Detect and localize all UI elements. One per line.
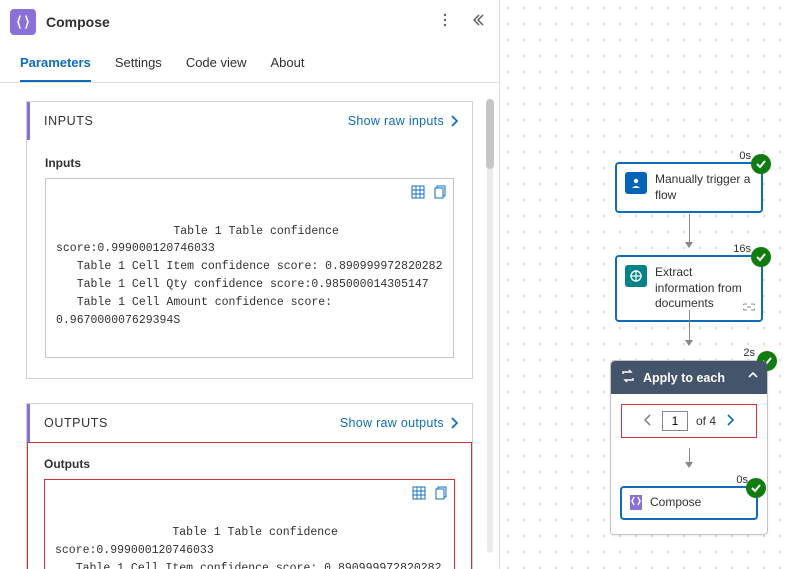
chevron-right-icon	[450, 417, 458, 429]
show-raw-inputs-link[interactable]: Show raw inputs	[348, 114, 458, 128]
person-icon	[625, 172, 647, 194]
tab-parameters[interactable]: Parameters	[20, 47, 91, 82]
chevron-up-icon[interactable]	[747, 369, 759, 384]
loop-pager: of 4	[621, 404, 757, 438]
node-extract-label: Extract information from documents	[655, 265, 753, 312]
node-apply-to-each[interactable]: 2s Apply to each of 4 0s	[610, 360, 768, 535]
node-compose[interactable]: 0s Compose	[620, 486, 758, 520]
pager-input[interactable]	[662, 411, 688, 431]
time-badge: 16s	[731, 243, 753, 255]
node-trigger[interactable]: 0s Manually trigger a flow	[615, 162, 763, 213]
outputs-card: OUTPUTS Show raw outputs Outputs	[26, 403, 473, 569]
pager-next-icon[interactable]	[724, 412, 736, 431]
link-icon	[743, 301, 755, 316]
success-check-icon	[751, 247, 771, 267]
tab-code-view[interactable]: Code view	[186, 47, 247, 82]
show-raw-inputs-label: Show raw inputs	[348, 114, 444, 128]
inputs-title: INPUTS	[44, 114, 93, 128]
more-icon[interactable]	[433, 8, 457, 35]
inputs-sub-label: Inputs	[45, 156, 454, 170]
panel-title: Compose	[46, 14, 423, 30]
grid-icon[interactable]	[412, 486, 426, 507]
show-raw-outputs-label: Show raw outputs	[340, 416, 444, 430]
node-compose-label: Compose	[650, 495, 701, 511]
chevron-right-icon	[450, 115, 458, 127]
pager-prev-icon[interactable]	[642, 412, 654, 431]
outputs-code-box: Table 1 Table confidence score:0.9990001…	[44, 479, 455, 569]
loop-label: Apply to each	[643, 371, 725, 385]
tab-settings[interactable]: Settings	[115, 47, 162, 82]
success-check-icon	[751, 154, 771, 174]
inputs-text: Table 1 Table confidence score:0.9990001…	[56, 225, 442, 327]
time-badge: 2s	[741, 347, 757, 359]
inputs-code-box: Table 1 Table confidence score:0.9990001…	[45, 178, 454, 358]
show-raw-outputs-link[interactable]: Show raw outputs	[340, 416, 458, 430]
scrollbar-thumb[interactable]	[486, 99, 494, 169]
compose-icon	[630, 495, 642, 510]
loop-icon	[621, 369, 635, 386]
compose-app-icon	[10, 9, 36, 35]
tab-bar: Parameters Settings Code view About	[0, 41, 499, 83]
outputs-text: Table 1 Table confidence score:0.9990001…	[55, 526, 441, 569]
outputs-sub-label: Outputs	[44, 457, 455, 471]
pager-of-label: of 4	[696, 414, 716, 428]
tab-about[interactable]: About	[271, 47, 305, 82]
copy-icon[interactable]	[433, 185, 447, 206]
outputs-title: OUTPUTS	[44, 416, 108, 430]
inputs-card: INPUTS Show raw inputs Inputs	[26, 101, 473, 379]
grid-icon[interactable]	[411, 185, 425, 206]
success-check-icon	[746, 478, 766, 498]
document-ai-icon	[625, 265, 647, 287]
node-trigger-label: Manually trigger a flow	[655, 172, 753, 203]
collapse-left-icon[interactable]	[467, 9, 489, 34]
copy-icon[interactable]	[434, 486, 448, 507]
